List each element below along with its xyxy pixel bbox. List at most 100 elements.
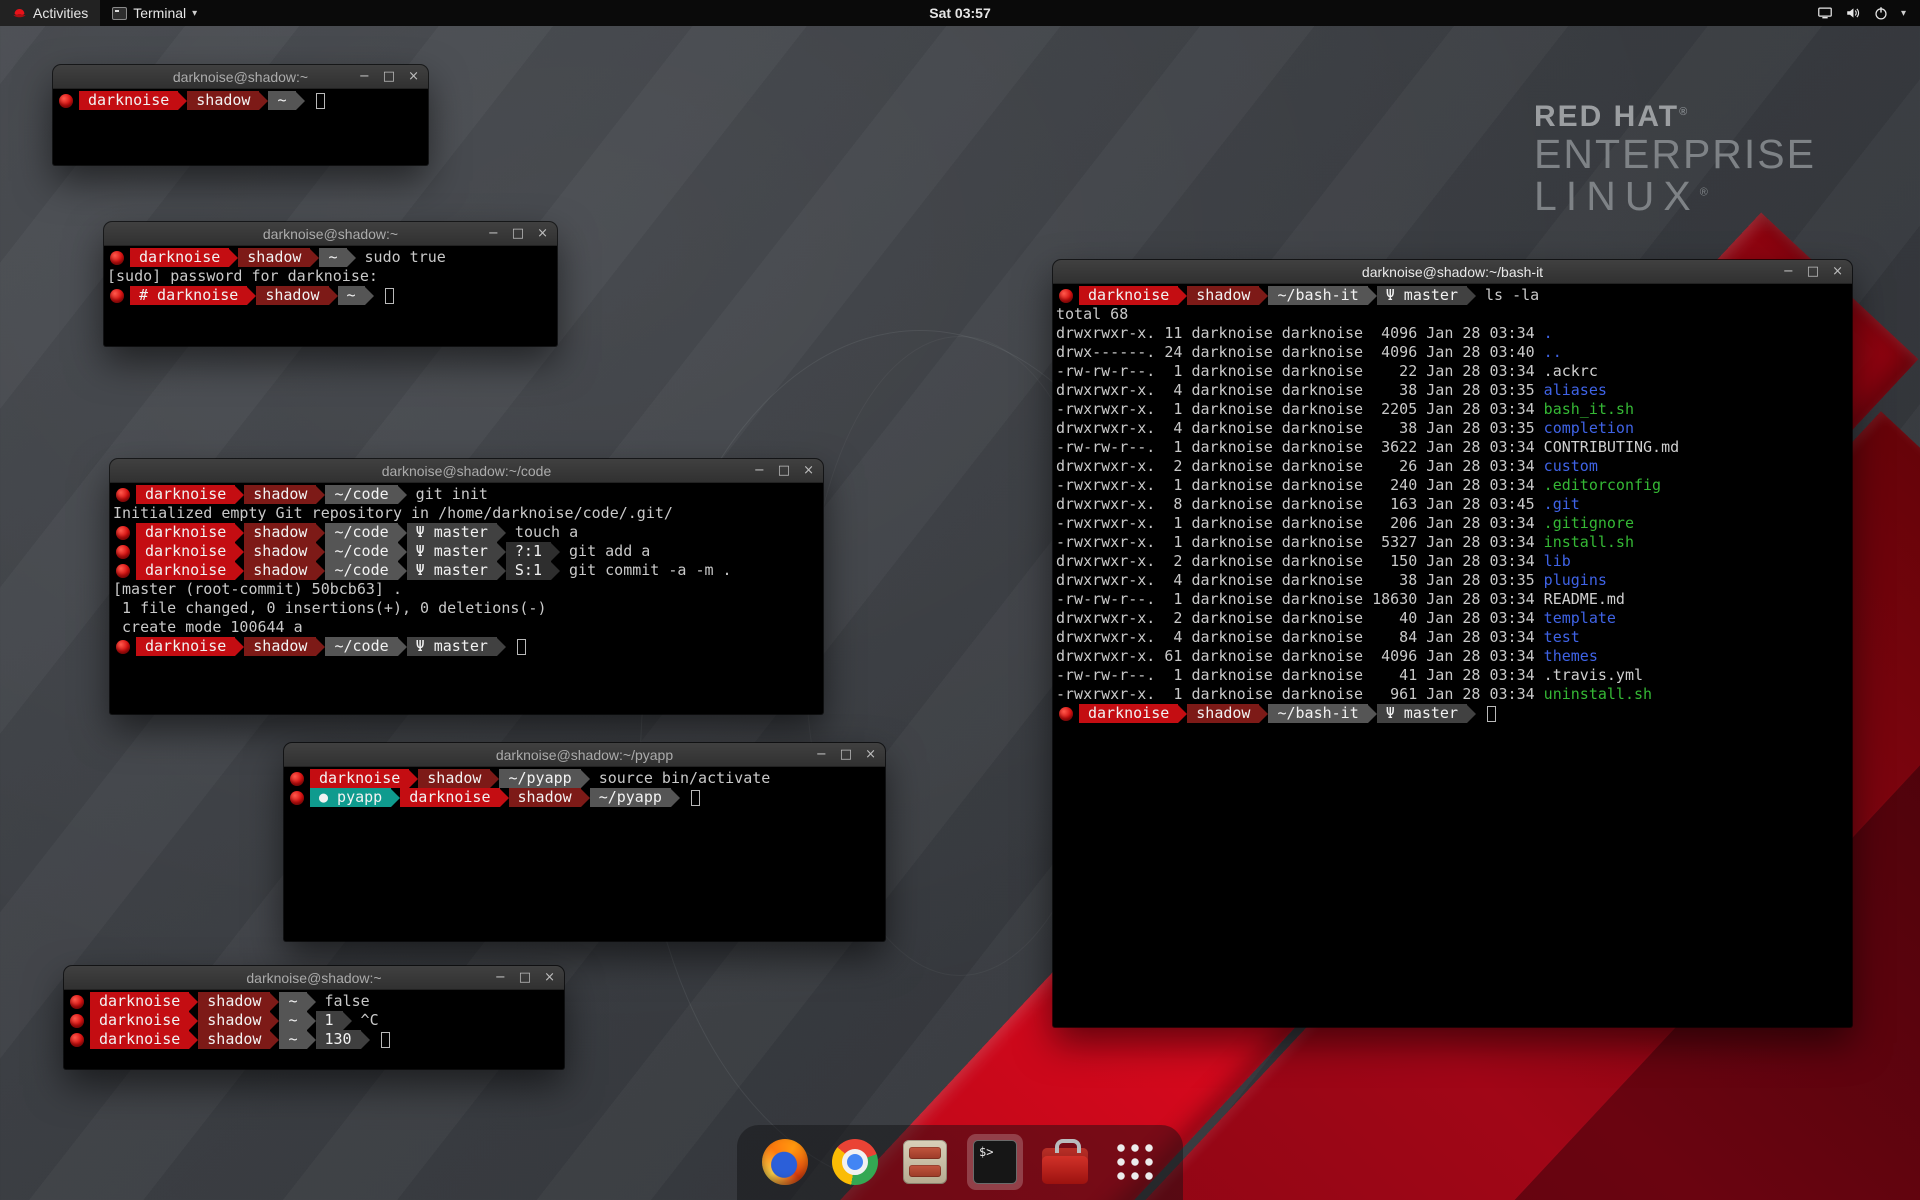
terminal-cursor — [691, 790, 700, 806]
powerline-arrow-icon — [1178, 705, 1187, 723]
activities-button[interactable]: Activities — [0, 0, 100, 26]
display-icon — [1817, 5, 1833, 21]
dock-item-chrome[interactable] — [827, 1134, 883, 1190]
terminal-content[interactable]: darknoiseshadow~/bash-itΨ master ls -lat… — [1053, 284, 1852, 725]
powerline-arrow-icon — [316, 543, 325, 561]
terminal-line: darknoiseshadow~ sudo true — [107, 248, 554, 267]
maximize-button[interactable]: □ — [519, 971, 531, 984]
terminal-content[interactable]: darknoiseshadow~ — [53, 89, 428, 112]
window-titlebar[interactable]: darknoise@shadow:~−□× — [104, 222, 557, 246]
close-button[interactable]: × — [537, 227, 548, 240]
prompt-redhat-icon — [70, 1033, 84, 1047]
powerline-arrow-icon — [1259, 705, 1268, 723]
terminal-line: -rwxrwxr-x. 1 darknoise darknoise 206 Ja… — [1056, 514, 1849, 533]
maximize-button[interactable]: □ — [383, 70, 395, 83]
maximize-button[interactable]: □ — [778, 464, 790, 477]
terminal-content[interactable]: darknoiseshadow~ sudo true[sudo] passwor… — [104, 246, 557, 307]
clock[interactable]: Sat 03:57 — [929, 5, 990, 21]
minimize-button[interactable]: − — [816, 748, 827, 761]
maximize-button[interactable]: □ — [1807, 265, 1819, 278]
powerline-arrow-icon — [398, 486, 407, 504]
terminal-line: drwxrwxr-x. 4 darknoise darknoise 38 Jan… — [1056, 571, 1849, 590]
maximize-button[interactable]: □ — [840, 748, 852, 761]
window-title: darknoise@shadow:~/bash-it — [1362, 264, 1543, 280]
terminal-content[interactable]: darknoiseshadow~/pyapp source bin/activa… — [284, 767, 885, 809]
prompt-segment: shadow — [509, 788, 581, 807]
terminal-line: darknoiseshadow~/code git init — [113, 485, 820, 504]
close-button[interactable]: × — [1832, 265, 1843, 278]
powerline-arrow-icon — [270, 1012, 279, 1030]
window-titlebar[interactable]: darknoise@shadow:~−□× — [64, 966, 564, 990]
prompt-segment: ~ — [279, 992, 306, 1011]
firefox-icon — [762, 1139, 808, 1185]
terminal-cursor — [1487, 706, 1496, 722]
powerline-arrow-icon — [307, 1012, 316, 1030]
terminal-text: . — [1544, 324, 1553, 343]
dock-item-app-grid[interactable] — [1107, 1134, 1163, 1190]
minimize-button[interactable]: − — [359, 70, 370, 83]
window-controls: −□ × — [754, 459, 814, 482]
dock-item-files[interactable] — [897, 1134, 953, 1190]
dock-item-software[interactable] — [1037, 1134, 1093, 1190]
powerline-arrow-icon — [189, 1031, 198, 1049]
prompt-segment: ~/pyapp — [499, 769, 580, 788]
terminal-window: darknoise@shadow:~−□×darknoiseshadow~ — [53, 65, 428, 165]
window-titlebar[interactable]: darknoise@shadow:~−□× — [53, 65, 428, 89]
terminal-text: drwxrwxr-x. 2 darknoise darknoise 26 Jan… — [1056, 457, 1544, 476]
minimize-button[interactable]: − — [754, 464, 765, 477]
terminal-line: darknoiseshadow~/codeΨ masterS:1 git com… — [113, 561, 820, 580]
minimize-button[interactable]: − — [495, 971, 506, 984]
prompt-segment: darknoise — [130, 248, 229, 267]
dock-item-firefox[interactable] — [757, 1134, 813, 1190]
window-titlebar[interactable]: darknoise@shadow:~/pyapp−□× — [284, 743, 885, 767]
prompt-segment: darknoise — [90, 1030, 189, 1049]
terminal-line: [master (root-commit) 50bcb63] . — [113, 580, 820, 599]
app-menu-label: Terminal — [133, 5, 186, 21]
terminal-line: darknoiseshadow~1 ^C — [67, 1011, 561, 1030]
powerline-arrow-icon — [347, 249, 356, 267]
window-titlebar[interactable]: darknoise@shadow:~/code −□ × — [110, 459, 823, 483]
prompt-segment: Ψ master — [407, 637, 497, 656]
prompt-segment: darknoise — [1079, 286, 1178, 305]
minimize-button[interactable]: − — [488, 227, 499, 240]
window-titlebar[interactable]: darknoise@shadow:~/bash-it −□ × — [1053, 260, 1852, 284]
powerline-arrow-icon — [581, 770, 590, 788]
terminal-text: drwxrwxr-x. 8 darknoise darknoise 163 Ja… — [1056, 495, 1544, 514]
dock-item-terminal[interactable]: $> — [967, 1134, 1023, 1190]
prompt-segment: shadow — [198, 1011, 270, 1030]
powerline-arrow-icon — [365, 287, 374, 305]
window-title: darknoise@shadow:~/code — [382, 463, 551, 479]
terminal-window: darknoise@shadow:~/code−□×darknoiseshado… — [110, 459, 823, 714]
terminal-line: drwxrwxr-x. 4 darknoise darknoise 84 Jan… — [1056, 628, 1849, 647]
terminal-text: drwxrwxr-x. 4 darknoise darknoise 84 Jan… — [1056, 628, 1544, 647]
powerline-arrow-icon — [581, 789, 590, 807]
powerline-arrow-icon — [296, 92, 305, 110]
terminal-text: -rw-rw-r--. 1 darknoise darknoise 18630 … — [1056, 590, 1544, 609]
close-button[interactable]: × — [408, 70, 419, 83]
terminal-content[interactable]: darknoiseshadow~ falsedarknoiseshadow~1 … — [64, 990, 564, 1051]
prompt-segment: shadow — [244, 485, 316, 504]
terminal-line: -rw-rw-r--. 1 darknoise darknoise 18630 … — [1056, 590, 1849, 609]
terminal-text: -rw-rw-r--. 1 darknoise darknoise 22 Jan… — [1056, 362, 1544, 381]
terminal-text: -rw-rw-r--. 1 darknoise darknoise 3622 J… — [1056, 438, 1544, 457]
terminal-text: lib — [1544, 552, 1571, 571]
prompt-segment: darknoise — [136, 542, 235, 561]
close-button[interactable]: × — [803, 464, 814, 477]
window-controls: −□ × — [816, 743, 876, 766]
terminal-line: -rwxrwxr-x. 1 darknoise darknoise 961 Ja… — [1056, 685, 1849, 704]
close-button[interactable]: × — [544, 971, 555, 984]
terminal-line: darknoiseshadow~/codeΨ master?:1 git add… — [113, 542, 820, 561]
terminal-text: -rwxrwxr-x. 1 darknoise darknoise 2205 J… — [1056, 400, 1544, 419]
powerline-arrow-icon — [229, 249, 238, 267]
maximize-button[interactable]: □ — [512, 227, 524, 240]
minimize-button[interactable]: − — [1783, 265, 1794, 278]
prompt-segment: ~/bash-it — [1268, 704, 1367, 723]
terminal-text: [master (root-commit) 50bcb63] . — [113, 580, 402, 599]
terminal-text: install.sh — [1544, 533, 1634, 552]
app-menu-terminal[interactable]: Terminal ▾ — [100, 0, 209, 26]
system-status-area[interactable]: ▾ — [1803, 0, 1920, 26]
terminal-icon: $> — [973, 1140, 1017, 1184]
terminal-content[interactable]: darknoiseshadow~/code git initInitialize… — [110, 483, 823, 658]
close-button[interactable]: × — [865, 748, 876, 761]
terminal-text: git commit -a -m . — [560, 561, 732, 580]
